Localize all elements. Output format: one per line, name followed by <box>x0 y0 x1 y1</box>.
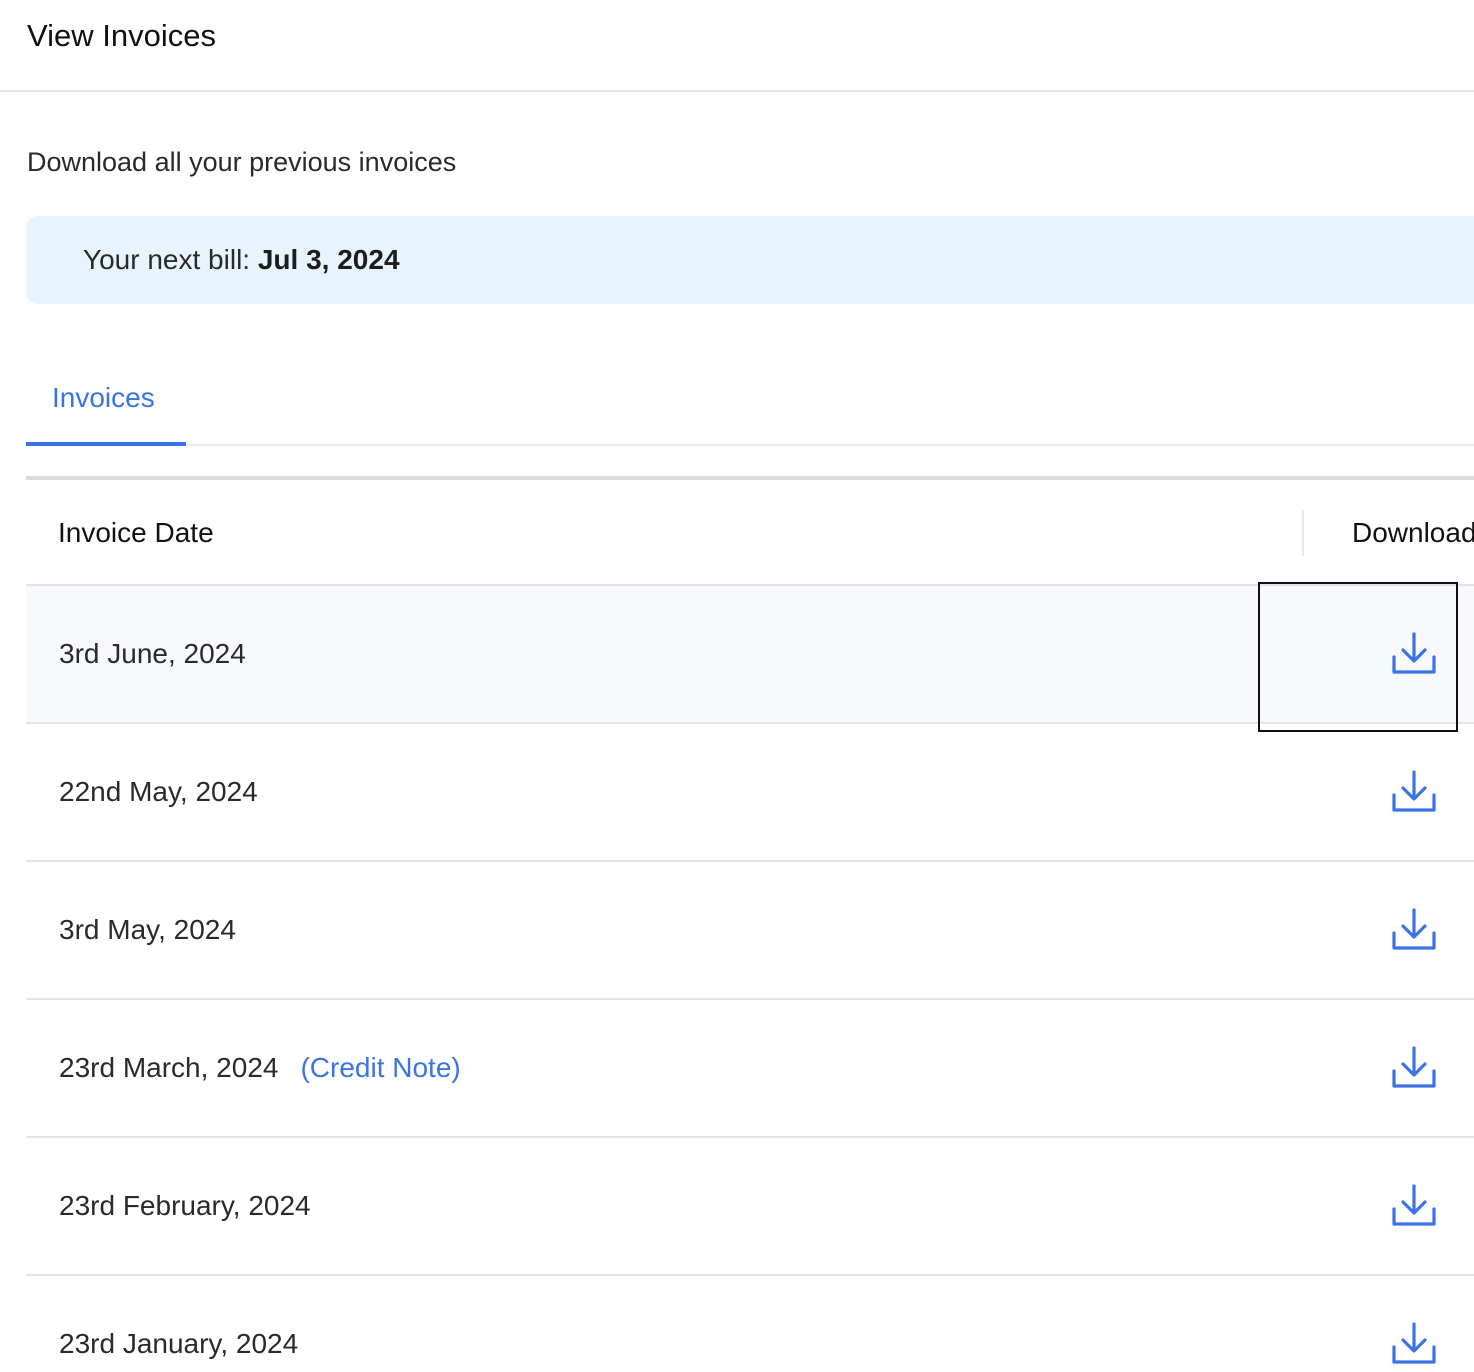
credit-note-link[interactable]: (Credit Note) <box>300 1052 460 1083</box>
download-icon <box>1392 1322 1436 1364</box>
download-button[interactable] <box>1390 1320 1438 1368</box>
invoice-date-text: 23rd February, 2024 <box>59 1190 311 1221</box>
next-bill-label: Your next bill: <box>83 244 258 275</box>
download-icon <box>1392 1046 1436 1088</box>
invoice-date-text: 23rd January, 2024 <box>59 1328 299 1359</box>
download-icon <box>1392 908 1436 950</box>
table-row: 23rd February, 2024 <box>26 1138 1474 1276</box>
invoice-date: 3rd May, 2024 <box>59 911 236 949</box>
table-row: 22nd May, 2024 <box>26 724 1474 862</box>
table-header: Invoice Date Download <box>26 480 1474 586</box>
next-bill-banner: Your next bill: Jul 3, 2024 <box>26 216 1474 304</box>
table-row: 23rd January, 2024 <box>26 1276 1474 1372</box>
tab-invoices[interactable]: Invoices <box>26 360 186 446</box>
tab-bar: Invoices <box>26 360 1474 446</box>
download-icon <box>1392 632 1436 674</box>
download-button[interactable] <box>1390 630 1438 678</box>
download-button[interactable] <box>1390 1182 1438 1230</box>
download-icon <box>1392 770 1436 812</box>
table-row: 23rd March, 2024 (Credit Note) <box>26 1000 1474 1138</box>
invoice-date: 23rd March, 2024 (Credit Note) <box>59 1049 461 1087</box>
invoice-date-text: 23rd March, 2024 <box>59 1052 279 1083</box>
invoice-date: 3rd June, 2024 <box>59 635 246 673</box>
page-title: View Invoices <box>27 18 216 53</box>
page-subtitle: Download all your previous invoices <box>27 147 457 177</box>
next-bill-date: Jul 3, 2024 <box>257 244 400 275</box>
next-bill-text: Your next bill: Jul 3, 2024 <box>83 241 400 279</box>
invoice-date: 23rd January, 2024 <box>59 1325 298 1363</box>
page-header: View Invoices <box>0 0 1474 92</box>
invoices-table: Invoice Date Download 3rd June, 2024 22n… <box>26 476 1474 1372</box>
download-button[interactable] <box>1390 906 1438 954</box>
invoice-date: 23rd February, 2024 <box>59 1187 311 1225</box>
table-row: 3rd June, 2024 <box>26 586 1474 724</box>
invoices-page: View Invoices Download all your previous… <box>0 0 1474 1372</box>
download-button[interactable] <box>1390 768 1438 816</box>
download-icon <box>1392 1184 1436 1226</box>
column-header-download: Download <box>1352 517 1474 548</box>
tab-invoices-label: Invoices <box>52 382 155 413</box>
download-button[interactable] <box>1390 1044 1438 1092</box>
invoice-date: 22nd May, 2024 <box>59 773 258 811</box>
invoice-date-text: 22nd May, 2024 <box>59 776 258 807</box>
tab-active-indicator <box>26 442 186 446</box>
column-divider <box>1302 510 1304 556</box>
column-header-invoice-date: Invoice Date <box>58 517 214 548</box>
invoice-date-text: 3rd June, 2024 <box>59 638 246 669</box>
invoice-date-text: 3rd May, 2024 <box>59 914 236 945</box>
table-row: 3rd May, 2024 <box>26 862 1474 1000</box>
